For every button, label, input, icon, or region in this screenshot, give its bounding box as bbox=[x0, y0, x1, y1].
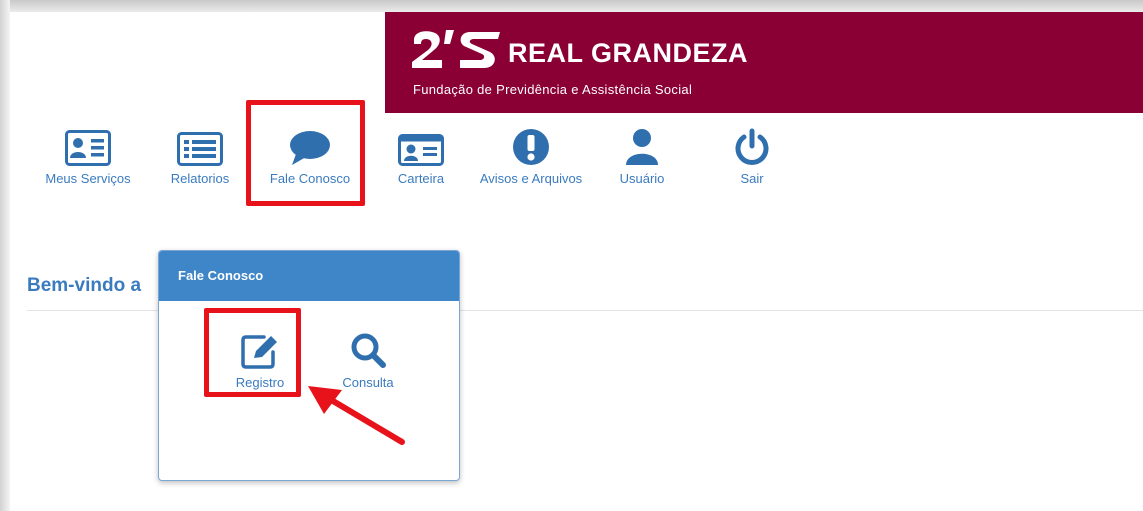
nav-item-avisos-e-arquivos[interactable]: Avisos e Arquivos bbox=[479, 124, 583, 189]
id-card-icon bbox=[36, 124, 140, 166]
card-icon bbox=[369, 124, 473, 166]
nav-item-carteira[interactable]: Carteira bbox=[369, 124, 473, 189]
brand-logo-icon bbox=[410, 28, 502, 72]
brand-subtitle: Fundação de Previdência e Assistência So… bbox=[413, 82, 693, 97]
nav-item-sair[interactable]: Sair bbox=[700, 124, 804, 189]
window-frame-left bbox=[0, 0, 10, 511]
nav-label: Meus Serviços bbox=[45, 171, 131, 186]
highlight-box-registro bbox=[204, 308, 301, 397]
nav-item-usuario[interactable]: Usuário bbox=[590, 124, 694, 189]
window-frame-top bbox=[0, 0, 1143, 12]
highlight-box-fale-conosco bbox=[246, 100, 365, 206]
brand-name: REAL GRANDEZA bbox=[508, 38, 749, 68]
user-icon bbox=[590, 124, 694, 166]
red-arrow-icon bbox=[300, 380, 410, 455]
nav-label: Usuário bbox=[619, 171, 665, 186]
nav-label: Relatorios bbox=[170, 171, 230, 186]
nav-item-meus-servicos[interactable]: Meus Serviços bbox=[36, 124, 140, 189]
nav-label: Carteira bbox=[397, 171, 445, 186]
search-icon bbox=[328, 329, 408, 369]
power-icon bbox=[700, 124, 804, 166]
nav-item-relatorios[interactable]: Relatorios bbox=[148, 124, 252, 189]
exclamation-icon bbox=[479, 124, 583, 166]
nav-label: Avisos e Arquivos bbox=[479, 171, 583, 186]
nav-label: Sair bbox=[740, 171, 764, 186]
popup-title: Fale Conosco bbox=[159, 251, 459, 301]
list-icon bbox=[148, 124, 252, 166]
welcome-text: Bem-vindo a bbox=[27, 275, 142, 296]
